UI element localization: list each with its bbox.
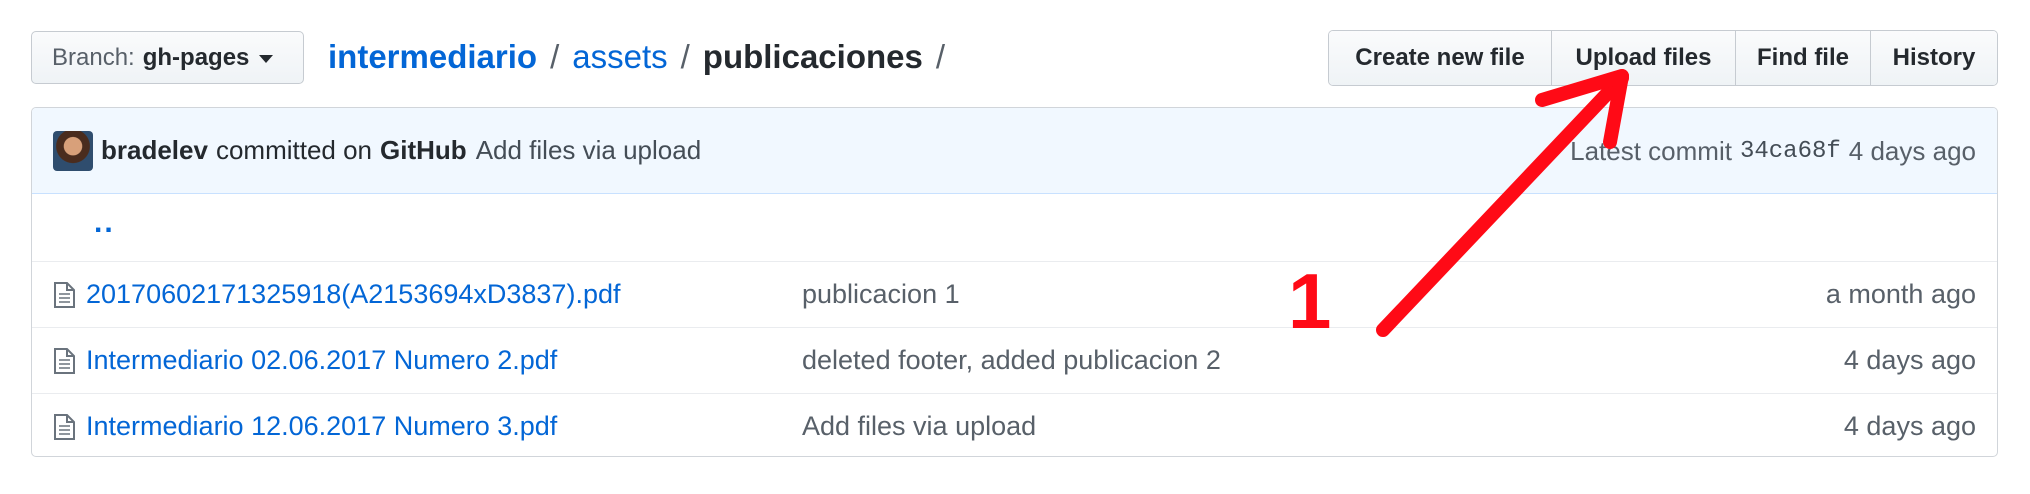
latest-commit-label: Latest commit [1570, 135, 1732, 166]
file-navigation: Branch: gh-pages intermediario / assets … [0, 0, 2030, 100]
commit-message-link[interactable]: Add files via upload [476, 135, 701, 166]
file-commit-message-link[interactable]: Add files via upload [802, 411, 1036, 442]
breadcrumb-separator: / [935, 38, 946, 75]
file-icon [54, 282, 75, 308]
branch-name: gh-pages [142, 43, 250, 71]
commit-text: committed on [215, 135, 373, 165]
file-age: 4 days ago [1843, 411, 1976, 441]
commit-age: 4 days ago [1848, 135, 1976, 166]
breadcrumb-separator: / [680, 38, 690, 75]
avatar[interactable] [53, 130, 93, 171]
parent-directory-row: .. [32, 194, 1997, 261]
caret-down-icon [259, 54, 274, 63]
file-commit-message-link[interactable]: publicacion 1 [802, 279, 960, 310]
upload-files-button[interactable]: Upload files [1552, 31, 1736, 85]
file-list: bradelev committed on GitHub Add files v… [31, 107, 1998, 457]
file-icon [54, 348, 75, 374]
find-file-button[interactable]: Find file [1736, 31, 1871, 85]
branch-select-button[interactable]: Branch: gh-pages [31, 31, 304, 84]
create-new-file-button[interactable]: Create new file [1329, 31, 1552, 85]
file-icon [54, 414, 75, 440]
file-name-link[interactable]: Intermediario 12.06.2017 Numero 3.pdf [86, 411, 557, 442]
breadcrumb: intermediario / assets / publicaciones / [328, 34, 958, 80]
branch-label: Branch: [52, 43, 135, 71]
breadcrumb-separator: / [550, 38, 560, 75]
file-name-link[interactable]: 20170602171325918(A2153694xD3837).pdf [86, 279, 620, 310]
file-name-link[interactable]: Intermediario 02.06.2017 Numero 2.pdf [86, 345, 557, 376]
file-age: a month ago [1825, 279, 1976, 309]
annotation-step-number: 1 [1288, 257, 1332, 345]
file-commit-message-link[interactable]: deleted footer, added publicacion 2 [802, 345, 1221, 376]
history-button[interactable]: History [1871, 31, 1997, 85]
commit-platform: GitHub [380, 135, 467, 165]
commit-sha-link[interactable]: 34ca68f [1740, 138, 1841, 165]
file-row: Intermediario 02.06.2017 Numero 2.pdf de… [32, 327, 1997, 393]
breadcrumb-repo-link[interactable]: intermediario [328, 38, 537, 76]
breadcrumb-assets-link[interactable]: assets [572, 38, 667, 76]
latest-commit-bar: bradelev committed on GitHub Add files v… [32, 108, 1997, 194]
commit-author-link[interactable]: bradelev [101, 135, 208, 166]
file-actions-group: Create new file Upload files Find file H… [1328, 30, 1998, 86]
file-age: 4 days ago [1843, 345, 1976, 375]
parent-directory-link[interactable]: .. [94, 206, 115, 240]
latest-commit-info: Latest commit 34ca68f 4 days ago [1570, 108, 1976, 194]
breadcrumb-current-folder: publicaciones [702, 38, 923, 75]
file-row: Intermediario 12.06.2017 Numero 3.pdf Ad… [32, 393, 1997, 456]
file-row: 20170602171325918(A2153694xD3837).pdf pu… [32, 261, 1997, 327]
